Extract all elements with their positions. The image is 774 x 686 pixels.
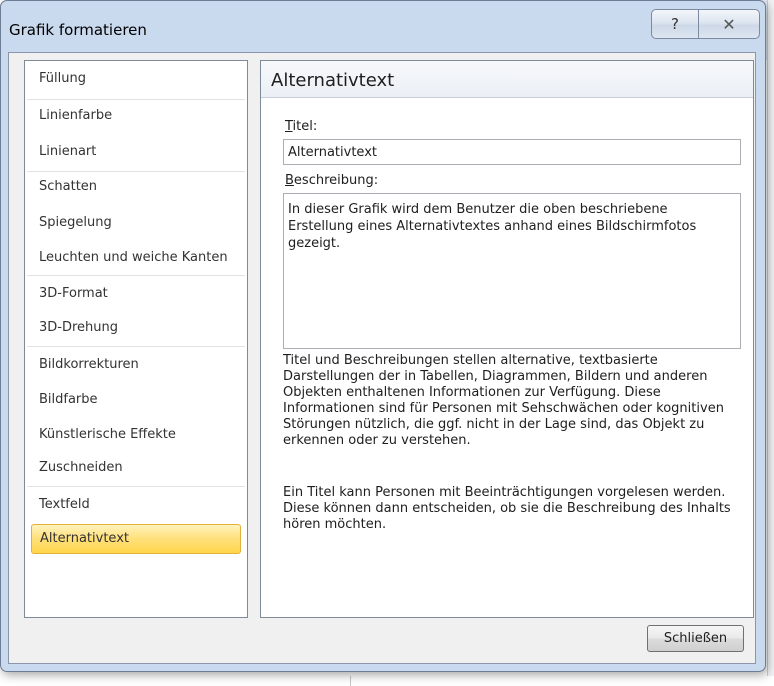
description-textarea[interactable]: In dieser Grafik wird dem Benutzer die o… [283, 193, 741, 349]
nav-item-shadow[interactable]: Schatten [31, 175, 241, 199]
window-close-button[interactable]: ✕ [698, 9, 760, 39]
dialog-title: Grafik formatieren [9, 21, 147, 39]
nav-item-3d-rotation[interactable]: 3D-Drehung [31, 316, 241, 340]
description-label-text: eschreibung: [293, 173, 379, 188]
dialog-titlebar[interactable]: Grafik formatieren ? ✕ [1, 1, 765, 53]
nav-item-picture-color[interactable]: Bildfarbe [31, 388, 241, 412]
nav-separator [27, 486, 245, 487]
nav-item-text-box[interactable]: Textfeld [31, 493, 241, 517]
close-icon: ✕ [722, 14, 736, 34]
title-label-accelerator: T [285, 119, 293, 134]
panel-title: Alternativtext [271, 70, 395, 91]
panel-header: Alternativtext [261, 61, 753, 98]
alt-text-panel: Alternativtext Titel: Beschreibung: In d… [260, 60, 754, 618]
info-text-paragraph: Titel und Beschreibungen stellen alterna… [283, 353, 724, 448]
nav-item-fill[interactable]: Füllung [31, 67, 241, 91]
background-bottom [0, 676, 774, 686]
nav-item-line-color[interactable]: Linienfarbe [31, 104, 241, 128]
info-text-paragraph: Ein Titel kann Personen mit Beeinträchti… [283, 485, 731, 532]
nav-item-line-style[interactable]: Linienart [31, 140, 241, 164]
nav-separator [27, 346, 245, 347]
nav-item-3d-format[interactable]: 3D-Format [31, 282, 241, 306]
title-field-label: Titel: [285, 119, 317, 134]
background-scroll-edge [767, 0, 774, 686]
nav-separator [27, 275, 245, 276]
nav-item-artistic-effects[interactable]: Künstlerische Effekte [31, 423, 241, 447]
nav-item-picture-corrections[interactable]: Bildkorrekturen [31, 353, 241, 377]
background-divider [350, 676, 351, 686]
help-button[interactable]: ? [651, 9, 699, 39]
description-label-accelerator: B [285, 173, 294, 188]
nav-item-glow-soft-edges[interactable]: Leuchten und weiche Kanten [31, 246, 241, 270]
nav-separator [27, 171, 245, 172]
close-dialog-button[interactable]: Schließen [647, 625, 744, 652]
nav-item-crop[interactable]: Zuschneiden [31, 456, 241, 480]
nav-item-reflection[interactable]: Spiegelung [31, 211, 241, 235]
title-input[interactable] [283, 139, 741, 165]
nav-separator [27, 99, 245, 100]
description-field-label: Beschreibung: [285, 173, 378, 188]
nav-item-alt-text[interactable]: Alternativtext [31, 524, 241, 554]
help-icon: ? [671, 15, 679, 33]
category-list: Füllung Linienfarbe Linienart Schatten S… [24, 60, 248, 618]
title-label-text: itel: [292, 119, 318, 134]
